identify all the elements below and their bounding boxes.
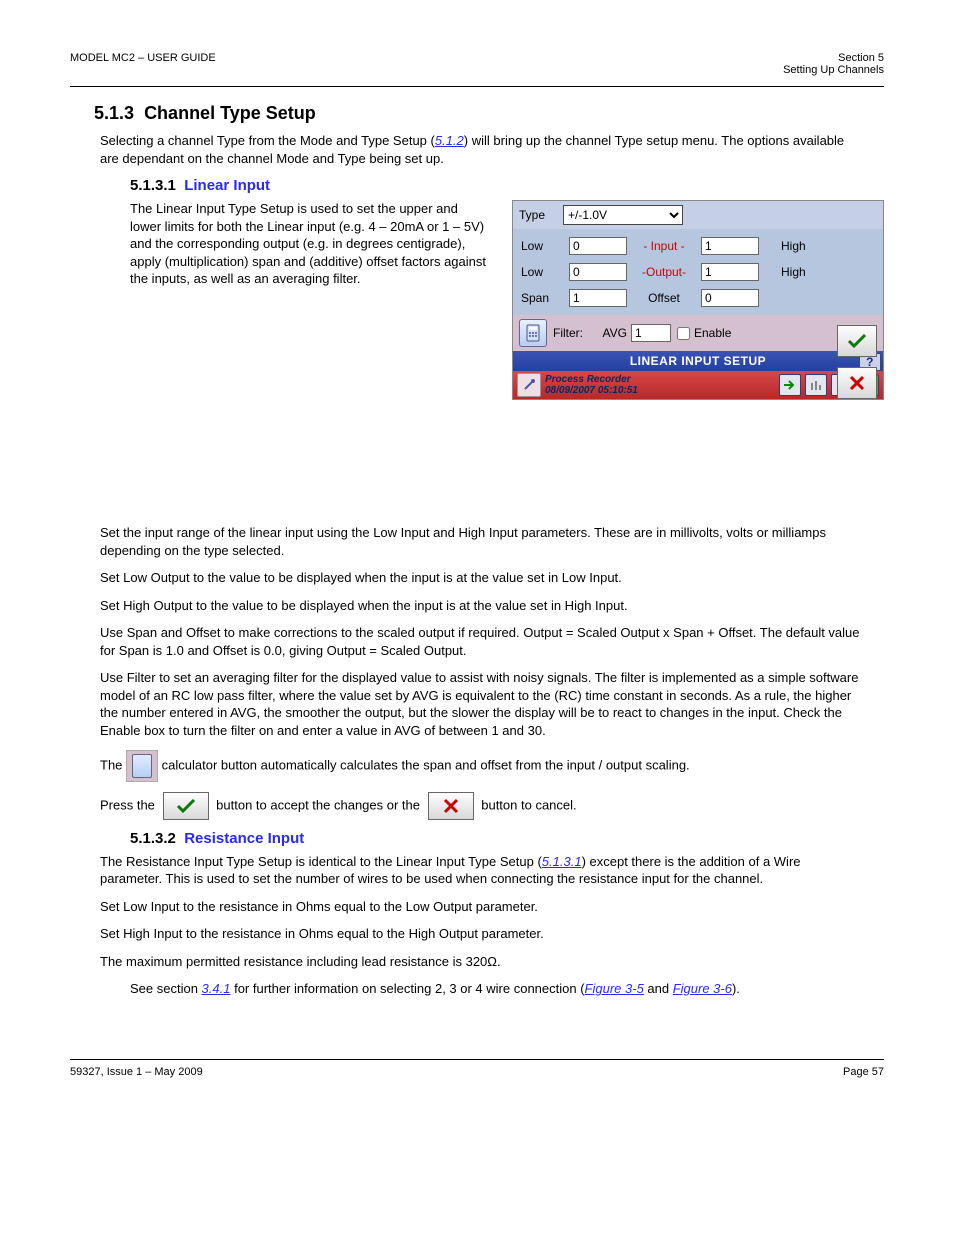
nav-icon[interactable] — [779, 374, 801, 396]
header-left: MODEL MC2 – USER GUIDE — [70, 52, 216, 76]
status-name: Process Recorder — [545, 374, 638, 385]
filter-avg-label: AVG — [597, 326, 627, 340]
subheading-title-2: Resistance Input — [184, 830, 304, 847]
input-low-field[interactable] — [569, 237, 627, 255]
section-title: Channel Type Setup — [144, 103, 316, 123]
section-intro: Selecting a channel Type from the Mode a… — [100, 132, 864, 167]
res-para-5: See section 3.4.1 for further informatio… — [130, 980, 854, 999]
header-right-1: Section 5 — [838, 52, 884, 64]
subheading-num-2: 5.1.3.2 — [130, 830, 176, 847]
para-low-output: Set Low Output to the value to be displa… — [100, 569, 864, 587]
res-para-4: The maximum permitted resistance includi… — [100, 953, 864, 971]
crossref-fig36[interactable]: Figure 3-6 — [673, 981, 732, 996]
para-span-offset: Use Span and Offset to make corrections … — [100, 624, 864, 659]
subheading-linear: 5.1.3.1 Linear Input — [130, 177, 884, 194]
filter-enable-checkbox[interactable] — [677, 327, 690, 340]
span-label: Span — [521, 291, 565, 305]
footer-right: Page 57 — [843, 1066, 884, 1078]
type-row: Type +/-1.0V — [513, 201, 883, 229]
calc-before: The — [100, 757, 126, 772]
accept-tail: button to cancel. — [481, 797, 576, 812]
res-p5-mid2: and — [644, 981, 673, 996]
res-para-3: Set High Input to the resistance in Ohms… — [100, 925, 864, 943]
accept-button[interactable] — [837, 325, 877, 357]
panel-title-text: LINEAR INPUT SETUP — [630, 354, 766, 368]
cancel-button[interactable] — [837, 367, 877, 399]
res-p5-before: See section — [130, 981, 202, 996]
input-range-row: Low - Input - High — [515, 233, 829, 259]
crossref-5131[interactable]: 5.1.3.1 — [542, 854, 582, 869]
panel-body: Low - Input - High Low -Output- High Spa… — [513, 229, 883, 315]
crossref-fig35[interactable]: Figure 3-5 — [585, 981, 644, 996]
subheading-title-1: Linear Input — [184, 177, 270, 194]
output-high-field[interactable] — [701, 263, 759, 281]
section-num: 5.1.3 — [94, 103, 134, 123]
type-label: Type — [519, 208, 563, 222]
page-top-header: MODEL MC2 – USER GUIDE Section 5 Setting… — [70, 52, 884, 76]
input-low-label: Low — [521, 239, 565, 253]
para-accept: Press the button to accept the changes o… — [100, 792, 864, 820]
span-offset-row: Span Offset — [515, 285, 829, 311]
linear-input-setup-panel: Type +/-1.0V Low - Input - High Low — [512, 200, 884, 400]
checkmark-icon-inline — [163, 792, 209, 820]
res-p1-before: The Resistance Input Type Setup is ident… — [100, 854, 542, 869]
section-heading: 5.1.3 Channel Type Setup — [94, 103, 884, 124]
accept-after: button to accept the changes or the — [216, 797, 420, 812]
res-para-2: Set Low Input to the resistance in Ohms … — [100, 898, 864, 916]
page-footer: 59327, Issue 1 – May 2009 Page 57 — [70, 1059, 884, 1078]
para-input-range: Set the input range of the linear input … — [100, 524, 864, 559]
res-para-1: The Resistance Input Type Setup is ident… — [100, 853, 864, 888]
output-low-field[interactable] — [569, 263, 627, 281]
output-high-label: High — [781, 265, 823, 279]
subheading-num-1: 5.1.3.1 — [130, 177, 176, 194]
offset-label: Offset — [631, 291, 697, 305]
output-mid-label: -Output- — [631, 265, 697, 279]
bars-icon[interactable] — [805, 374, 827, 396]
x-icon-inline — [428, 792, 474, 820]
filter-enable-label: Enable — [694, 326, 731, 340]
para-calc: The calculator button automatically calc… — [100, 750, 864, 782]
para-filter: Use Filter to set an averaging filter fo… — [100, 669, 864, 739]
crossref-512[interactable]: 5.1.2 — [435, 133, 464, 148]
top-rule — [70, 86, 884, 87]
panel-title-bar: LINEAR INPUT SETUP ? — [513, 351, 883, 371]
output-low-label: Low — [521, 265, 565, 279]
res-p5-mid: for further information on selecting 2, … — [230, 981, 584, 996]
config-icon[interactable] — [517, 373, 541, 397]
output-range-row: Low -Output- High — [515, 259, 829, 285]
filter-avg-field[interactable] — [631, 324, 671, 342]
header-right-2: Setting Up Channels — [783, 64, 884, 76]
calc-after: calculator button automatically calculat… — [162, 757, 690, 772]
linear-intro-text: The Linear Input Type Setup is used to s… — [130, 200, 490, 288]
res-p5-after: ). — [732, 981, 740, 996]
offset-field[interactable] — [701, 289, 759, 307]
subheading-resistance: 5.1.3.2 Resistance Input — [130, 830, 884, 847]
input-high-label: High — [781, 239, 823, 253]
para-high-output: Set High Output to the value to be displ… — [100, 597, 864, 615]
calculator-icon-inline — [126, 750, 158, 782]
status-timestamp: 08/09/2007 05:10:51 — [545, 385, 638, 396]
input-mid-label: - Input - — [631, 239, 697, 253]
crossref-341[interactable]: 3.4.1 — [202, 981, 231, 996]
status-bar: Process Recorder 08/09/2007 05:10:51 — [513, 371, 883, 399]
footer-left: 59327, Issue 1 – May 2009 — [70, 1066, 203, 1078]
calculator-button[interactable] — [519, 319, 547, 347]
intro-before: Selecting a channel Type from the Mode a… — [100, 133, 435, 148]
span-field[interactable] — [569, 289, 627, 307]
type-select[interactable]: +/-1.0V — [563, 205, 683, 225]
filter-label: Filter: — [553, 326, 597, 340]
input-high-field[interactable] — [701, 237, 759, 255]
accept-before: Press the — [100, 797, 155, 812]
filter-row: Filter: AVG Enable — [513, 315, 883, 351]
